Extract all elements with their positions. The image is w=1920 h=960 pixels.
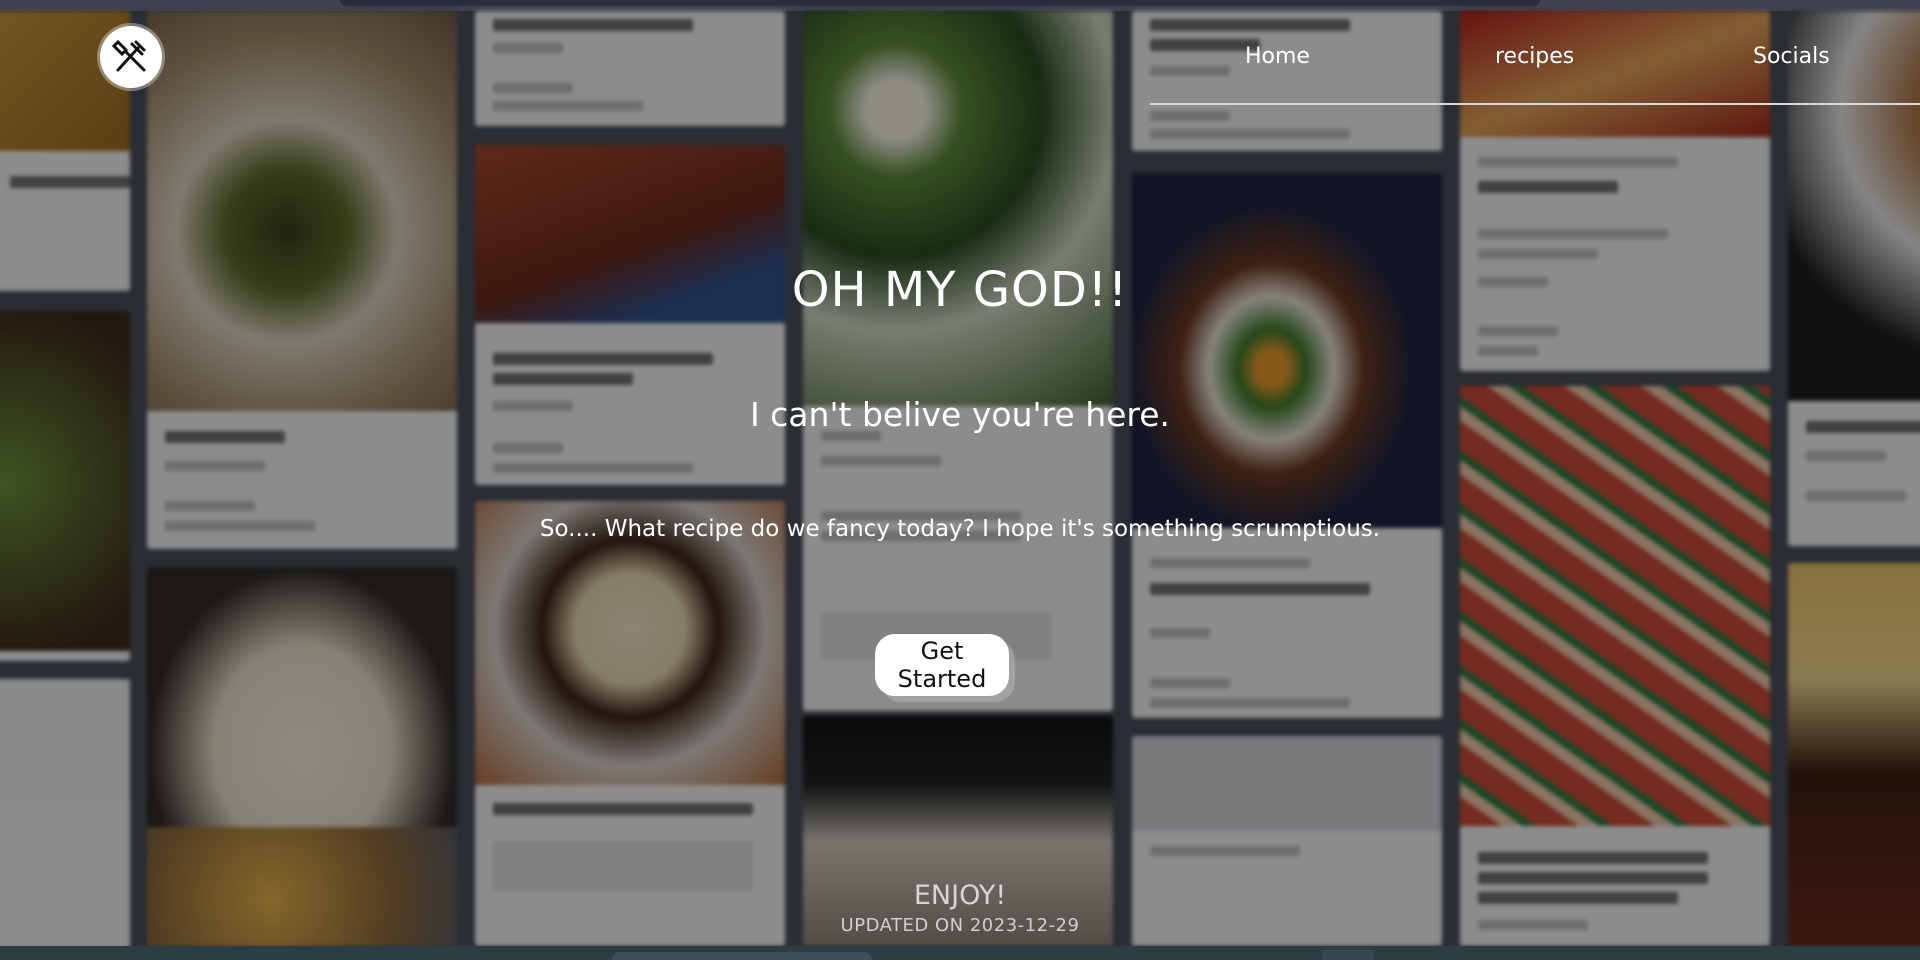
taskbar-tab xyxy=(1322,950,1374,960)
hero-tagline: So.... What recipe do we fancy today? I … xyxy=(539,516,1381,542)
landing-page: Home recipes Socials OH MY GOD!! I can't… xyxy=(0,0,1920,960)
taskbar-pill xyxy=(612,952,872,960)
get-started-button[interactable]: Get Started xyxy=(875,634,1009,696)
enjoy-text: ENJOY! xyxy=(913,880,1007,911)
hero-section: OH MY GOD!! I can't belive you're here. … xyxy=(0,0,1920,960)
browser-bottom-strip xyxy=(0,946,1920,960)
hero-title: OH MY GOD!! xyxy=(791,262,1129,318)
hero-subtitle: I can't belive you're here. xyxy=(749,395,1171,434)
updated-date: UPDATED ON 2023-12-29 xyxy=(840,915,1080,936)
